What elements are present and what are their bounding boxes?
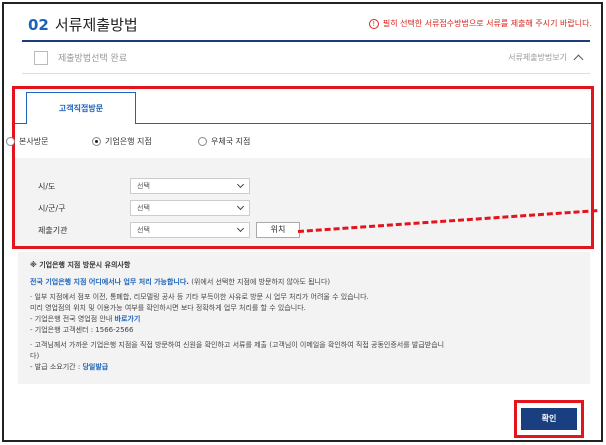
chevron-down-icon bbox=[236, 202, 245, 211]
notice-highlight: 전국 기업은행 지점 어디에서나 업무 처리 가능합니다. bbox=[30, 278, 189, 286]
radio-label: 기업은행 지점 bbox=[105, 137, 152, 146]
branch-guide-label: - 기업은행 전국 영업점 안내 bbox=[30, 315, 113, 323]
status-bar: 제출방법선택 완료 서류제출방법보기 bbox=[22, 42, 590, 74]
branch-label: 제출기관 bbox=[38, 225, 68, 235]
branch-guide-link[interactable]: 바로가기 bbox=[115, 315, 141, 323]
issue-period-label: - 발급 소요기간 : bbox=[30, 363, 81, 371]
notice-line: - 기업은행 고객센터 : 1566-2566 bbox=[30, 326, 134, 334]
location-button[interactable]: 위치 bbox=[256, 222, 300, 238]
city-row: 시/군/구 선택 bbox=[38, 200, 250, 216]
notice-line: - 기업은행 전국 영업점 안내 바로가기 bbox=[30, 314, 578, 325]
branch-row: 제출기관 선택 위치 bbox=[38, 222, 300, 238]
view-method-label: 서류제출방법보기 bbox=[508, 53, 567, 62]
radio-item-post-office[interactable]: 우체국 지점 bbox=[198, 136, 250, 147]
notice-line: 다) bbox=[30, 352, 40, 360]
view-method-toggle[interactable]: 서류제출방법보기 bbox=[508, 52, 584, 65]
branch-select[interactable]: 선택 bbox=[130, 222, 250, 238]
notice-line: · 일부 지점에서 점포 이전, 통폐합, 리모델링 공사 등 기타 부득이한 … bbox=[30, 293, 369, 301]
notice-text: ! 필히 선택한 서류접수방법으로 서류를 제출해 주시기 바랍니다. bbox=[368, 18, 592, 29]
select-value: 선택 bbox=[137, 204, 150, 212]
radio-item-bank-branch[interactable]: 기업은행 지점 bbox=[92, 136, 198, 147]
section-number: 02 bbox=[28, 16, 49, 34]
notice-line: - 발급 소요기간 : 당일발급 bbox=[30, 362, 578, 373]
city-select[interactable]: 선택 bbox=[130, 200, 250, 216]
chevron-down-icon bbox=[236, 224, 245, 233]
radio-bank-branch[interactable] bbox=[92, 137, 101, 146]
radio-item-hq[interactable]: 본사방문 bbox=[6, 136, 92, 147]
notice-line: · 고객님께서 가까운 기업은행 지점을 직접 방문하여 신원을 확인하고 서류… bbox=[30, 341, 445, 349]
tab-direct-visit[interactable]: 고객직접방문 bbox=[26, 92, 136, 124]
complete-checkbox[interactable] bbox=[34, 50, 48, 65]
notice-line: 전국 기업은행 지점 어디에서나 업무 처리 가능합니다. (위에서 선택한 지… bbox=[30, 277, 578, 288]
radio-hq[interactable] bbox=[6, 137, 15, 146]
select-value: 선택 bbox=[137, 226, 150, 234]
issue-period-value: 당일발급 bbox=[82, 363, 109, 371]
province-label: 시/도 bbox=[38, 181, 56, 191]
notice-line-rest: (위에서 선택한 지점에 방문하지 않아도 됩니다) bbox=[191, 278, 331, 286]
notice-panel: ※ 기업은행 지점 방문시 유의사항 전국 기업은행 지점 어디에서나 업무 처… bbox=[18, 252, 590, 384]
page-title: 서류제출방법 bbox=[54, 16, 138, 34]
province-select[interactable]: 선택 bbox=[130, 178, 250, 194]
notice-title: ※ 기업은행 지점 방문시 유의사항 bbox=[30, 261, 131, 269]
section-header: 02 서류제출방법 bbox=[28, 14, 138, 35]
city-label: 시/군/구 bbox=[38, 203, 66, 213]
select-value: 선택 bbox=[137, 182, 150, 190]
radio-label: 본사방문 bbox=[19, 137, 49, 146]
notice-label: 필히 선택한 서류접수방법으로 서류를 제출해 주시기 바랍니다. bbox=[382, 19, 592, 28]
status-label: 제출방법선택 완료 bbox=[58, 54, 128, 64]
radio-post-office[interactable] bbox=[198, 137, 207, 146]
chevron-down-icon bbox=[236, 180, 245, 189]
info-icon: ! bbox=[368, 18, 379, 29]
submit-method-radios: 본사방문 기업은행 지점 우체국 지점 bbox=[6, 136, 250, 147]
chevron-up-icon bbox=[573, 54, 584, 65]
confirm-button[interactable]: 확인 bbox=[521, 408, 577, 430]
province-row: 시/도 선택 bbox=[38, 178, 250, 194]
radio-label: 우체국 지점 bbox=[211, 137, 251, 146]
notice-line: 미리 영업점의 위치 및 이용가능 여부를 확인하시면 보다 정확하게 업무 처… bbox=[30, 304, 306, 312]
